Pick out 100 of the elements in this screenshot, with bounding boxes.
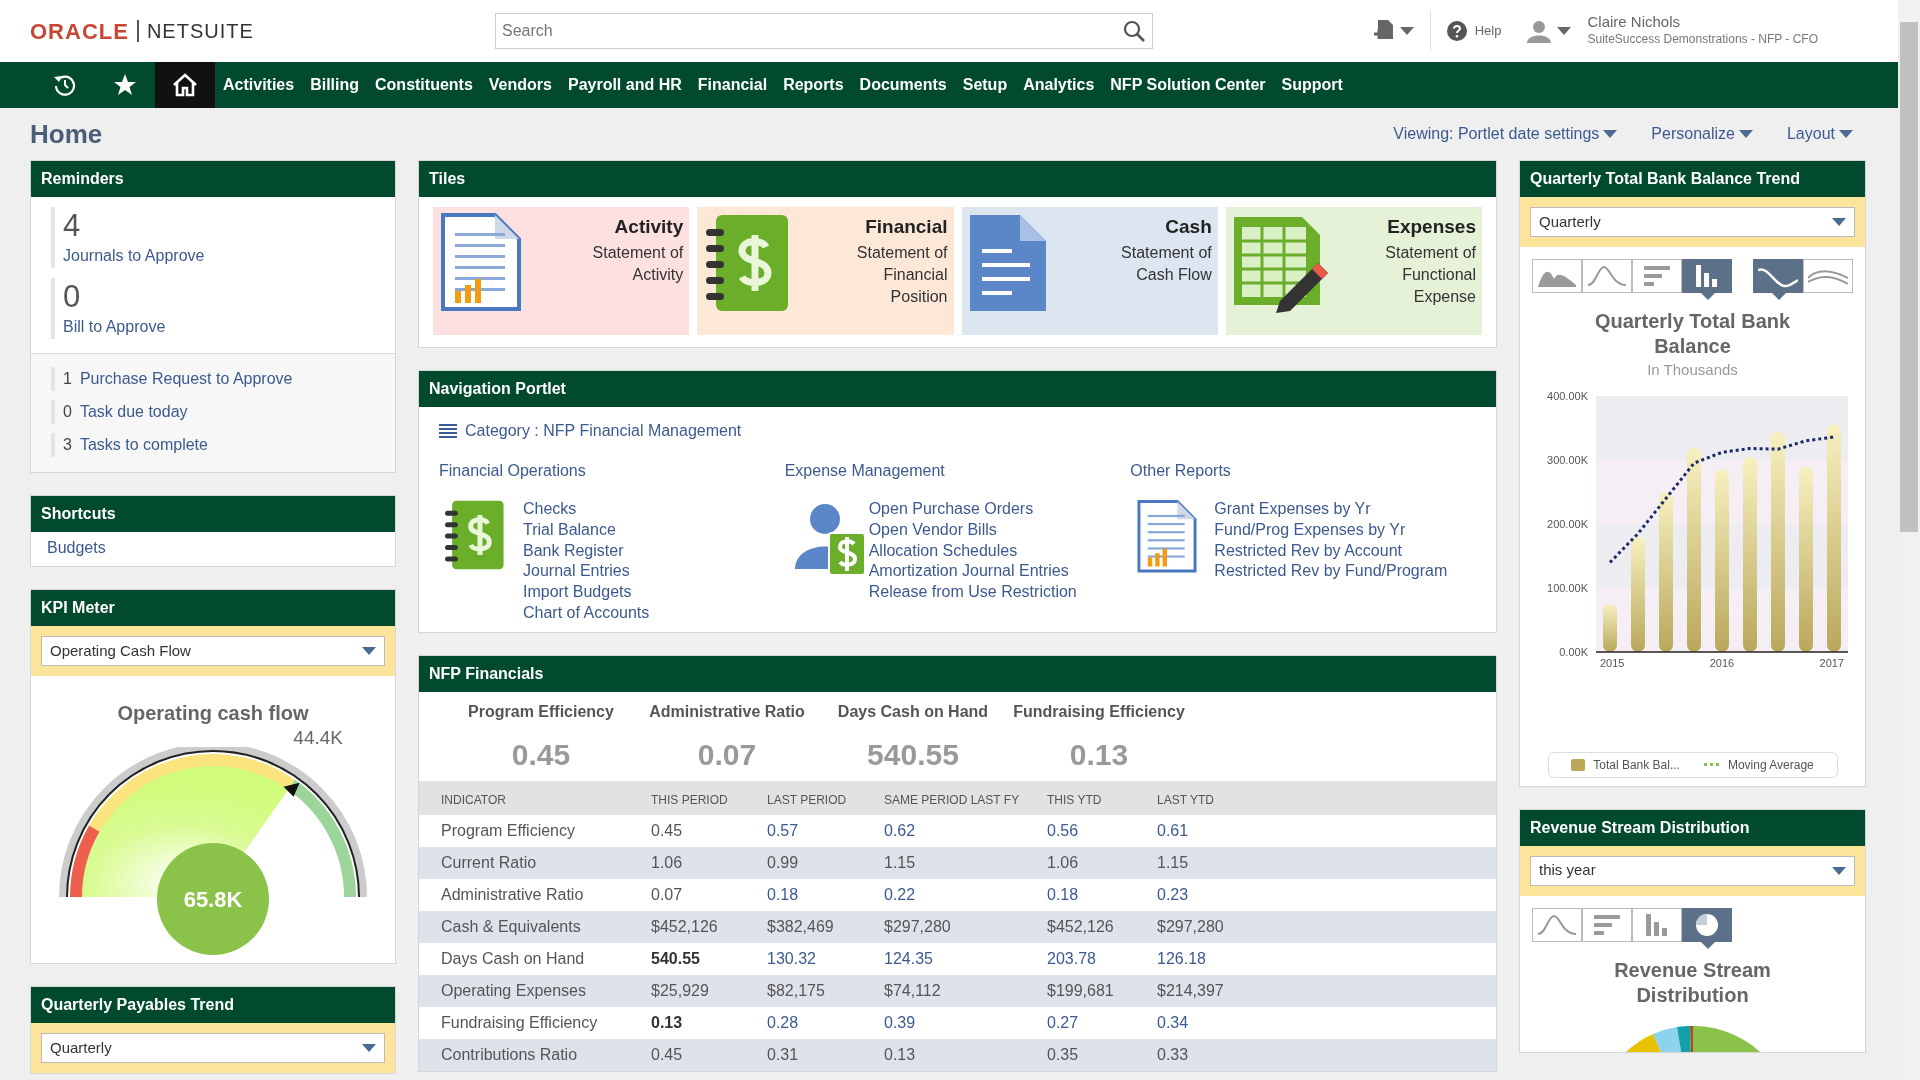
table-link[interactable]: 124.35	[884, 949, 933, 967]
reminder-link[interactable]: Task due today	[79, 400, 188, 425]
tile-subtitle: Statement of Cash Flow	[1120, 242, 1212, 285]
report-link[interactable]: Amortization Journal Entries	[868, 561, 1077, 583]
table-link[interactable]: 0.61	[1157, 821, 1189, 839]
reminder-count: 4	[63, 207, 82, 245]
help-icon	[1446, 21, 1467, 41]
dropdown[interactable]: Operating Cash Flow	[41, 636, 385, 667]
category-link[interactable]: Category : NFP Financial Management	[465, 419, 742, 443]
table-cell: 0.13	[862, 1038, 1025, 1071]
shortcut-link[interactable]: Budgets	[47, 536, 379, 561]
report-link[interactable]: Grant Expenses by Yr	[1214, 499, 1448, 520]
report-tile[interactable]: Activity Statement of Activity	[433, 207, 690, 335]
chart-type-button[interactable]	[1532, 907, 1582, 942]
chart-type-button[interactable]	[1803, 259, 1853, 293]
dropdown[interactable]: this year	[1530, 855, 1855, 886]
table-link[interactable]: 0.57	[767, 821, 799, 839]
report-tile[interactable]: Cash Statement of Cash Flow	[961, 207, 1218, 335]
nav-item[interactable]: Reports	[775, 73, 852, 97]
report-link[interactable]: Checks	[523, 499, 650, 520]
chart-title: Revenue Stream Distribution	[1613, 957, 1772, 1008]
report-link[interactable]: Journal Entries	[523, 561, 650, 583]
chart-type-button[interactable]	[1582, 259, 1632, 293]
nav-item[interactable]: Setup	[954, 73, 1016, 97]
bar-chart-icon	[1594, 913, 1620, 936]
nav-item[interactable]: Payroll and HR	[559, 73, 690, 97]
nav-item[interactable]: Analytics	[1015, 73, 1103, 97]
report-link[interactable]: Restricted Rev by Account	[1214, 540, 1448, 562]
legend-dots-icon	[1703, 762, 1720, 767]
nav-item[interactable]: Vendors	[480, 73, 560, 97]
menu-link[interactable]: Viewing: Portlet date settings	[1393, 122, 1618, 146]
legend-label: Total Bank Bal...	[1593, 756, 1680, 774]
table-link[interactable]: 0.62	[884, 821, 916, 839]
report-tile[interactable]: Expenses Statement of Functional Expense	[1225, 207, 1482, 335]
table-link[interactable]: 0.18	[767, 885, 799, 903]
chart-type-button[interactable]	[1632, 907, 1682, 942]
axis-label: 300.00K	[1547, 453, 1588, 466]
tile-title: Expenses	[1387, 215, 1476, 239]
axis-label: 100.00K	[1547, 581, 1588, 594]
dollar-notebook-icon	[445, 499, 505, 571]
report-link[interactable]: Release from Use Restriction	[868, 582, 1077, 603]
report-tile[interactable]: Financial Statement of Financial Position	[697, 207, 954, 335]
dropdown[interactable]: Quarterly	[1530, 207, 1855, 237]
column-header: LAST YTD	[1135, 780, 1496, 815]
table-link[interactable]: 0.28	[767, 1013, 799, 1031]
report-link[interactable]: Restricted Rev by Fund/Program	[1214, 561, 1448, 583]
user-menu-button[interactable]	[1525, 19, 1572, 43]
tile-title: Financial	[865, 215, 948, 239]
table-link[interactable]: 130.32	[767, 949, 816, 967]
axis-label: 200.00K	[1547, 517, 1588, 530]
nav-item[interactable]: Support	[1273, 73, 1351, 97]
help-link[interactable]: Help	[1474, 21, 1502, 41]
nav-item[interactable]: Documents	[851, 73, 955, 97]
table-link[interactable]: 0.23	[1157, 885, 1189, 903]
nav-item[interactable]: Constituents	[367, 73, 481, 97]
table-link[interactable]: 126.18	[1157, 949, 1206, 967]
page-title: Home	[30, 117, 103, 151]
table-link[interactable]: 0.22	[884, 885, 916, 903]
report-link[interactable]: Bank Register	[523, 540, 650, 562]
table-cell: 0.31	[745, 1038, 862, 1071]
report-link[interactable]: Open Vendor Bills	[868, 519, 1077, 541]
reminder-link[interactable]: Purchase Request to Approve	[79, 367, 293, 392]
portlet-title: Navigation Portlet	[419, 371, 1496, 407]
reminder-link[interactable]: Tasks to complete	[79, 433, 208, 458]
nav-item[interactable]: Billing	[302, 73, 368, 97]
report-link[interactable]: Import Budgets	[523, 582, 650, 603]
chart-type-button[interactable]	[1532, 259, 1582, 293]
report-link[interactable]: Open Purchase Orders	[868, 499, 1077, 520]
chart-type-button[interactable]	[1582, 907, 1632, 942]
nav-item[interactable]: NFP Solution Center	[1102, 73, 1274, 97]
chart-type-button[interactable]	[1632, 259, 1682, 293]
caret-icon	[362, 647, 376, 656]
kpi-value: 0.07	[697, 736, 757, 773]
table-link[interactable]: 0.27	[1047, 1013, 1079, 1031]
table-cell: Operating Expenses	[419, 974, 629, 1007]
table-link[interactable]: 0.56	[1047, 821, 1079, 839]
reminder-link[interactable]: Journals to Approve	[63, 247, 205, 265]
table-link[interactable]: 0.18	[1047, 885, 1079, 903]
menu-link[interactable]: Personalize	[1651, 122, 1753, 146]
table-cell: Days Cash on Hand	[419, 942, 629, 975]
report-link[interactable]: Trial Balance	[523, 519, 650, 541]
report-document-icon	[1136, 499, 1199, 575]
reminder-link[interactable]: Bill to Approve	[63, 318, 166, 336]
kpi-value: 540.55	[867, 736, 959, 773]
nav-tab[interactable]	[155, 62, 215, 108]
menu-link[interactable]: Layout	[1786, 122, 1853, 146]
report-link[interactable]: Allocation Schedules	[868, 540, 1077, 562]
table-cell: $297,280	[1135, 910, 1496, 943]
table-cell: $74,112	[862, 974, 1025, 1007]
home-icon	[172, 73, 198, 97]
table-link[interactable]: 0.34	[1157, 1013, 1189, 1031]
table-link[interactable]: 0.39	[884, 1013, 916, 1031]
table-link[interactable]: 203.78	[1047, 949, 1096, 967]
report-link[interactable]: Chart of Accounts	[523, 603, 650, 624]
report-link[interactable]: Fund/Prog Expenses by Yr	[1214, 519, 1448, 541]
nav-item[interactable]: Financial	[689, 73, 776, 97]
portlet-title: Quarterly Payables Trend	[31, 986, 395, 1023]
search-field[interactable]: Search	[495, 13, 1153, 49]
dropdown[interactable]: Quarterly	[41, 1032, 385, 1063]
nav-item[interactable]: Activities	[215, 73, 303, 97]
